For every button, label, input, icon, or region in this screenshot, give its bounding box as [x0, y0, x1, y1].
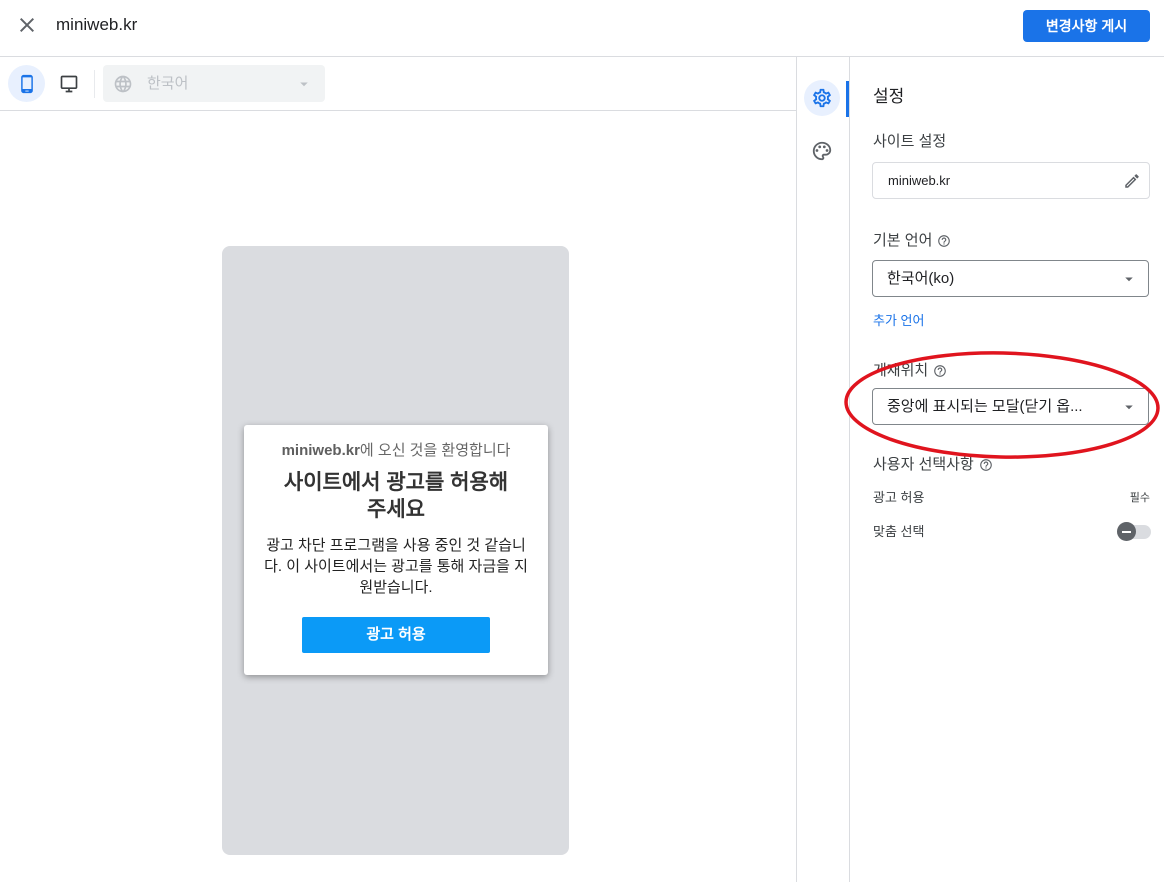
phone-icon[interactable] — [17, 74, 37, 94]
default-language-value: 한국어(ko) — [887, 270, 955, 287]
toggle-knob[interactable] — [1117, 522, 1136, 541]
preview-pane-border — [796, 57, 797, 882]
chevron-down-icon[interactable] — [1120, 270, 1138, 288]
site-settings-label: 사이트 설정 — [873, 133, 947, 150]
default-language-select[interactable]: 한국어(ko) — [872, 260, 1149, 297]
placement-select[interactable]: 중앙에 표시되는 모달(닫기 옵... — [872, 388, 1149, 425]
rail-border — [849, 57, 850, 882]
close-icon[interactable] — [15, 13, 39, 37]
minus-icon — [1122, 530, 1131, 533]
theme-tab-button[interactable] — [804, 133, 840, 169]
gear-icon[interactable] — [811, 87, 833, 109]
default-language-label-row: 기본 언어 — [873, 231, 951, 251]
page-title: miniweb.kr — [56, 15, 138, 34]
user-choices-label: 사용자 선택사항 — [873, 456, 974, 473]
help-icon[interactable] — [979, 458, 993, 472]
add-language-link[interactable]: 추가 언어 — [873, 312, 924, 330]
welcome-message: miniweb.kr에 오신 것을 환영합니다 — [244, 441, 548, 461]
placement-value: 중앙에 표시되는 모달(닫기 옵... — [887, 398, 1083, 415]
modal-body: 광고 차단 프로그램을 사용 중인 것 같습니다. 이 사이트에서는 광고를 통… — [264, 537, 528, 596]
default-language-label: 기본 언어 — [873, 232, 933, 249]
required-badge: 필수 — [1129, 492, 1150, 504]
choice-allow-ads-label: 광고 허용 — [873, 490, 925, 505]
settings-heading: 설정 — [873, 87, 905, 106]
preview-toolbar: 한국어 — [0, 57, 796, 111]
help-icon[interactable] — [937, 234, 951, 248]
active-tab-indicator — [846, 81, 849, 117]
choice-custom-label: 맞춤 선택 — [873, 524, 925, 539]
close-button[interactable] — [15, 13, 39, 37]
custom-choice-toggle[interactable] — [1117, 522, 1151, 541]
preview-language-value: 한국어 — [147, 75, 189, 92]
site-name-field[interactable]: miniweb.kr — [872, 162, 1150, 199]
welcome-suffix: 에 오신 것을 환영합니다 — [359, 442, 511, 459]
placement-label-row: 게재위치 — [873, 361, 947, 381]
pencil-icon[interactable] — [1123, 172, 1141, 190]
adblock-recovery-modal: miniweb.kr에 오신 것을 환영합니다 사이트에서 광고를 허용해 주세… — [244, 425, 548, 675]
globe-icon — [114, 75, 132, 92]
top-bar: miniweb.kr 변경사항 게시 — [0, 0, 1164, 57]
site-name-value: miniweb.kr — [888, 173, 951, 188]
allow-ads-button[interactable]: 광고 허용 — [302, 617, 490, 653]
chevron-down-icon[interactable] — [1120, 398, 1138, 416]
palette-icon[interactable] — [811, 140, 833, 162]
desktop-view-button[interactable] — [50, 65, 87, 102]
toolbar-divider — [94, 70, 95, 98]
preview-language-select[interactable]: 한국어 — [103, 65, 325, 102]
help-icon[interactable] — [933, 364, 947, 378]
mobile-view-button[interactable] — [8, 65, 45, 102]
desktop-icon[interactable] — [59, 74, 79, 94]
modal-title: 사이트에서 광고를 허용해 주세요 — [283, 471, 509, 521]
user-choices-label-row: 사용자 선택사항 — [873, 455, 993, 475]
placement-label: 게재위치 — [873, 362, 929, 379]
publish-changes-button[interactable]: 변경사항 게시 — [1023, 10, 1150, 42]
chevron-down-icon — [300, 82, 308, 86]
welcome-site-name: miniweb.kr — [281, 442, 360, 459]
settings-tab-button[interactable] — [804, 80, 840, 116]
